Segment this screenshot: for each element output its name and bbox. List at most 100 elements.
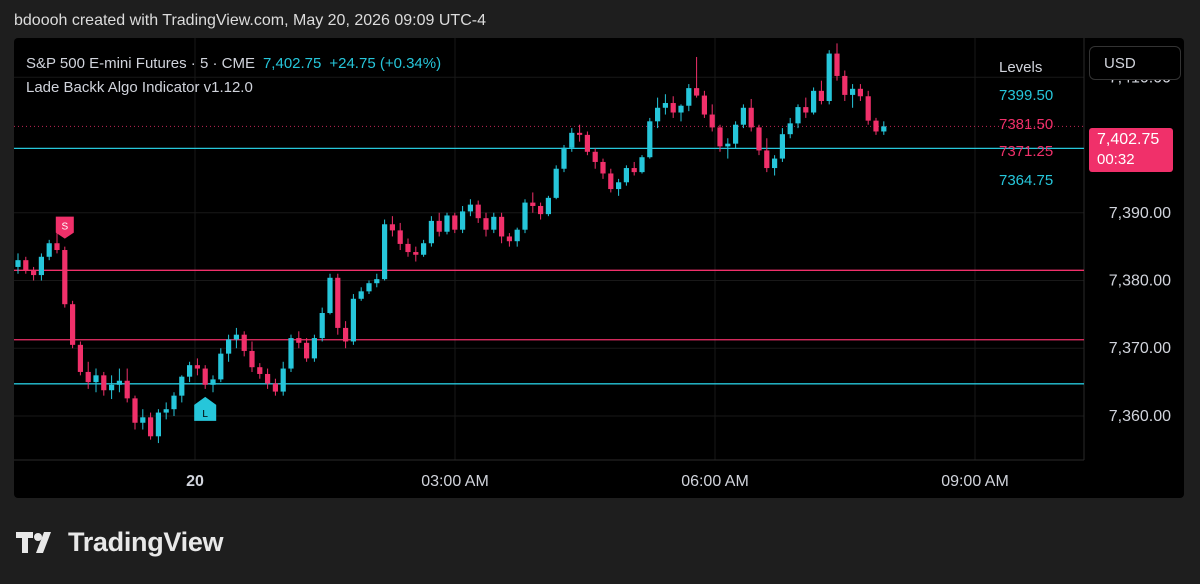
- candle-body: [46, 243, 52, 257]
- candle-body: [389, 224, 395, 231]
- candle-body: [787, 123, 793, 135]
- indicator-legend[interactable]: Lade Backk Algo Indicator v1.12.0: [26, 79, 253, 96]
- candle-body: [241, 334, 247, 351]
- currency-button[interactable]: USD: [1089, 46, 1181, 80]
- candle-body: [499, 216, 505, 237]
- candle-body: [584, 134, 590, 152]
- candle-body: [444, 215, 450, 232]
- candle-body: [311, 338, 317, 359]
- tradingview-logo[interactable]: TradingView: [16, 526, 224, 558]
- candle-body: [350, 298, 356, 342]
- candle-body: [491, 216, 497, 230]
- tradingview-logo-icon: [16, 532, 51, 553]
- candle-body: [280, 368, 286, 392]
- candle-body: [421, 243, 427, 255]
- candle-body: [865, 96, 871, 121]
- candle-body: [834, 53, 840, 76]
- candle-body: [725, 143, 731, 147]
- candle-body: [288, 338, 294, 369]
- candle-body: [187, 365, 193, 377]
- last-price: 7,402.75: [262, 55, 322, 72]
- candle-body: [405, 243, 411, 253]
- candle-body: [616, 182, 622, 190]
- candle-body: [85, 371, 91, 383]
- candle-body: [467, 204, 473, 212]
- candles: [15, 43, 887, 444]
- level-label-0: 7399.50: [999, 87, 1054, 104]
- candle-body: [857, 88, 863, 97]
- levels-title: Levels: [999, 59, 1043, 76]
- candle-body: [101, 375, 107, 391]
- candle-body: [538, 205, 544, 215]
- candle-body: [756, 127, 762, 151]
- candle-body: [38, 256, 44, 276]
- candle-body: [514, 229, 520, 242]
- candle-body: [686, 88, 692, 106]
- candle-body: [850, 88, 856, 95]
- current-price-tag: 7,402.75 00:32: [1089, 128, 1173, 172]
- current-price-value: 7,402.75: [1097, 131, 1160, 148]
- candle-body: [343, 327, 349, 342]
- candle-body: [764, 150, 770, 169]
- candle-body: [31, 270, 37, 276]
- candle-body: [194, 365, 200, 369]
- candle-body: [631, 168, 637, 173]
- candle-body: [374, 279, 380, 284]
- candle-body: [265, 373, 271, 384]
- level-lines: [14, 125, 1084, 385]
- symbol-name: S&P 500 E-mini Futures · 5 · CME: [26, 55, 255, 72]
- price-change: +24.75 (+0.34%): [329, 55, 442, 72]
- candle-body: [54, 243, 60, 251]
- x-tick-label: 06:00 AM: [681, 473, 749, 490]
- candle-body: [327, 277, 333, 314]
- x-tick-label: 03:00 AM: [421, 473, 489, 490]
- candle-body: [803, 107, 809, 113]
- candle-body: [249, 350, 255, 368]
- candle-body: [530, 202, 536, 206]
- candle-body: [592, 151, 598, 162]
- candle-body: [116, 380, 122, 385]
- candle-body: [740, 107, 746, 125]
- level-label-2: 7371.25: [999, 143, 1054, 160]
- candle-body: [77, 344, 83, 372]
- candle-body: [93, 375, 99, 383]
- candle-body: [148, 417, 154, 437]
- candle-body: [881, 126, 887, 132]
- symbol-legend[interactable]: S&P 500 E-mini Futures · 5 · CME 7,402.75…: [26, 55, 441, 72]
- sell-signal-label: S: [61, 222, 68, 233]
- long-signal-label: L: [202, 409, 208, 420]
- candle-body: [163, 409, 169, 413]
- candle-body: [506, 236, 512, 242]
- candle-body: [132, 398, 138, 423]
- candle-body: [436, 220, 442, 232]
- candle-body: [226, 339, 232, 354]
- candle-body: [296, 338, 302, 343]
- y-tick-label: 7,380.00: [1109, 272, 1171, 289]
- candle-body: [202, 368, 208, 385]
- candle-body: [545, 197, 551, 215]
- candle-body: [709, 114, 715, 128]
- candle-body: [811, 90, 817, 113]
- candle-body: [70, 304, 76, 345]
- candle-body: [733, 124, 739, 144]
- candle-body: [155, 412, 161, 437]
- candle-body: [842, 75, 848, 95]
- candle-body: [826, 53, 832, 101]
- candle-body: [678, 105, 684, 113]
- candle-body: [608, 173, 614, 190]
- candle-body: [109, 384, 115, 391]
- candle-body: [647, 121, 653, 158]
- signals: SL: [55, 216, 217, 421]
- candle-body: [483, 218, 489, 230]
- candle-body: [257, 367, 263, 374]
- candle-body: [23, 260, 29, 271]
- candle-body: [795, 107, 801, 124]
- candle-body: [873, 120, 879, 132]
- candle-body: [319, 313, 325, 339]
- candle-body: [62, 250, 68, 305]
- candle-body: [600, 161, 606, 174]
- candle-body: [569, 132, 575, 148]
- candle-body: [475, 204, 481, 219]
- candle-body: [561, 147, 567, 169]
- y-tick-label: 7,370.00: [1109, 340, 1171, 357]
